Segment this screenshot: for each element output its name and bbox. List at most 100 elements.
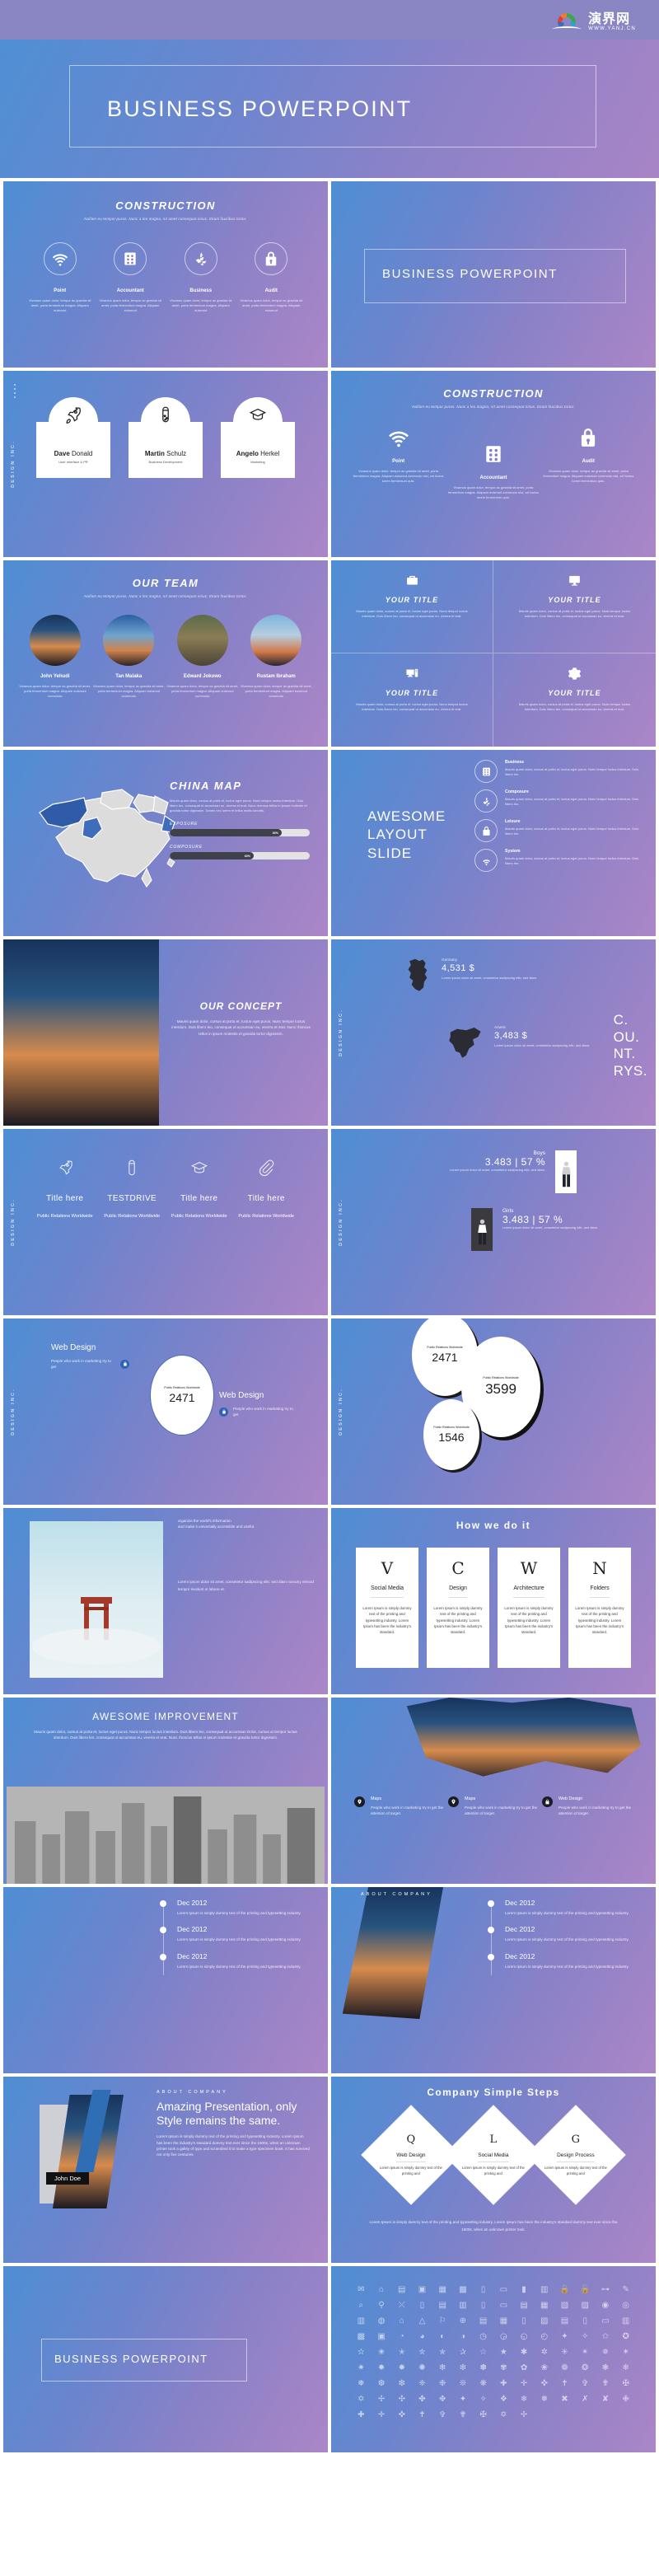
feature-item[interactable]: Accountant Vivamus quam dolor, tempor ac…: [448, 443, 539, 500]
slide-title-here[interactable]: DESIGN INC. Title here Public Relations …: [3, 1129, 328, 1315]
sheet-icon[interactable]: ▯: [414, 2300, 431, 2311]
sheet-icon[interactable]: ✴: [577, 2347, 594, 2358]
feature-item[interactable]: Audit Vivamus quam dolor, tempor ac grav…: [236, 242, 307, 313]
slide-china-map[interactable]: CHINA MAP Mauris quam dolor, cursus at p…: [3, 750, 328, 936]
sheet-icon[interactable]: ▯: [474, 2284, 492, 2295]
sheet-icon[interactable]: ⌕: [353, 2300, 370, 2311]
sheet-icon[interactable]: ▮: [516, 2284, 533, 2295]
web-design-block-a[interactable]: Web Design People who work in marketing …: [51, 1343, 150, 1370]
sheet-icon[interactable]: ✠: [474, 2410, 492, 2420]
icon-grid[interactable]: ✉ ⌂ ▤ ▣ ▦ ▩ ▯ ▭ ▮ ▥ 🔒 🔓 ⊶ ✎ ⌕ ⚲ ⤫ ▯ ▤ ▥ ▯ ▭ ▤ ▦ ▧ ▨ ◉ ◎ ▥ ◍ ⌂ △ ⚐ ⊕ ▤ ▦ ▯ ▨ ▤ ▯…: [331, 2266, 656, 2438]
slide-web-design[interactable]: DESIGN INC. Web Design People who work i…: [3, 1318, 328, 1505]
layout-list-item[interactable]: Leisure Mauris quam dolor, cursus at port…: [474, 819, 639, 842]
sheet-icon[interactable]: ▤: [434, 2300, 451, 2311]
sheet-icon[interactable]: ✾: [495, 2363, 512, 2373]
sheet-icon[interactable]: ✡: [353, 2394, 370, 2405]
slide-awesome-layout[interactable]: AWESOME LAYOUT SLIDE Business Mauris quam…: [331, 750, 656, 936]
team-photo-item[interactable]: Rustam Ibraham Vivamus quam dolor, tempo…: [240, 615, 314, 699]
sheet-icon[interactable]: ✠: [617, 2378, 634, 2389]
sheet-icon[interactable]: ✞: [577, 2378, 594, 2389]
sheet-icon[interactable]: ✛: [373, 2410, 390, 2420]
sheet-icon[interactable]: ✲: [535, 2347, 553, 2358]
sheet-icon[interactable]: ✖: [556, 2394, 573, 2405]
sheet-icon[interactable]: ✟: [455, 2410, 472, 2420]
timeline-item[interactable]: Dec 2012 Lorem Ipsum is simply dummy text…: [488, 1952, 631, 1969]
quad-cell[interactable]: YOUR TITLE Mauris quam dolor, cursus at …: [493, 560, 656, 653]
sheet-icon[interactable]: ✪: [617, 2331, 634, 2342]
team-photo-item[interactable]: Tan Malaka Vivamus quam dolor, tempor ac…: [92, 615, 166, 699]
sheet-icon[interactable]: ✼: [455, 2363, 472, 2373]
sheet-icon[interactable]: ✱: [516, 2347, 533, 2358]
sheet-icon[interactable]: ✉: [353, 2284, 370, 2295]
slide-team-cards[interactable]: DESIGN INC. Dave Donald User Interface &…: [3, 371, 328, 557]
step-diamond[interactable]: G Design Process Lorem Ipsum is simply d…: [526, 2105, 626, 2205]
slide-boys-girls[interactable]: DESIGN INC. Boys 3.483 | 57 % Lorem ipsu…: [331, 1129, 656, 1315]
country-entry[interactable]: Americ 3,483 $ Lorem ipsum dolor sit ame…: [446, 1025, 590, 1063]
layout-list-item[interactable]: Composure Mauris quam dolor, cursus at po…: [474, 789, 639, 813]
sheet-icon[interactable]: ▤: [474, 2316, 492, 2326]
timeline-item[interactable]: Dec 2012 Lorem Ipsum is simply dummy text…: [488, 1925, 631, 1942]
how-card[interactable]: C Design Lorem Ipsum is simply dummy tex…: [427, 1548, 489, 1668]
sheet-icon[interactable]: ❂: [577, 2363, 594, 2373]
timeline-item[interactable]: Dec 2012 Lorem Ipsum is simply dummy text…: [160, 1952, 303, 1969]
sheet-icon[interactable]: ✹: [393, 2363, 410, 2373]
slide-quad-titles[interactable]: YOUR TITLE Mauris quam dolor, cursus at …: [331, 560, 656, 747]
slide-construction-a[interactable]: CONSTRUCTION Nullam eu tempor purus. Nun…: [3, 181, 328, 368]
sheet-icon[interactable]: ✷: [353, 2363, 370, 2373]
sheet-icon[interactable]: ▤: [516, 2300, 533, 2311]
how-card[interactable]: V Social Media Lorem Ipsum is simply dum…: [356, 1548, 418, 1668]
sheet-icon[interactable]: ▣: [373, 2331, 390, 2342]
slide-construction-b[interactable]: CONSTRUCTION Nullam eu tempor purus. Nun…: [331, 371, 656, 557]
sheet-icon[interactable]: ◵: [516, 2331, 533, 2342]
sheet-icon[interactable]: ▯: [516, 2316, 533, 2326]
team-card[interactable]: Angelo Herkel Marketing: [221, 397, 295, 478]
sheet-icon[interactable]: ◑: [455, 2331, 472, 2342]
slide-improvement[interactable]: AWESOME IMPROVEMENT Mauris quam dolor, c…: [3, 1698, 328, 1884]
layout-list-item[interactable]: Business Mauris quam dolor, cursus at por…: [474, 760, 639, 783]
quad-cell[interactable]: YOUR TITLE Mauris quam dolor, cursus at …: [493, 653, 656, 747]
timeline-item[interactable]: Dec 2012 Lorem Ipsum is simply dummy text…: [160, 1925, 303, 1942]
slide-timeline-b[interactable]: ABOUT COMPANY Dec 2012 Lorem Ipsum is sim…: [331, 1887, 656, 2073]
feature-item[interactable]: Audit Vivamus quam dolor, tempor ac grav…: [543, 427, 633, 484]
sheet-icon[interactable]: ◉: [597, 2300, 615, 2311]
sheet-icon[interactable]: ▤: [393, 2284, 410, 2295]
sheet-icon[interactable]: ❈: [414, 2378, 431, 2389]
sheet-icon[interactable]: ▦: [495, 2316, 512, 2326]
sheet-icon[interactable]: ⚐: [434, 2316, 451, 2326]
sheet-icon[interactable]: ✛: [516, 2378, 533, 2389]
sheet-icon[interactable]: ⤫: [393, 2300, 410, 2311]
sheet-icon[interactable]: ⌂: [373, 2284, 390, 2295]
bullet-item[interactable]: Web Design People who work in marketing t…: [542, 1796, 633, 1817]
sheet-icon[interactable]: ▥: [353, 2316, 370, 2326]
sheet-icon[interactable]: ✺: [414, 2363, 431, 2373]
slide-cover-thumb[interactable]: BUSINESS POWERPOINT: [331, 181, 656, 368]
sheet-icon[interactable]: ✟: [597, 2378, 615, 2389]
sheet-icon[interactable]: ❁: [556, 2363, 573, 2373]
sheet-icon[interactable]: ◐: [434, 2331, 451, 2342]
sheet-icon[interactable]: ❖: [495, 2394, 512, 2405]
feature-item[interactable]: Point Vivamus quam dolor, tempor ac grav…: [353, 427, 444, 484]
sheet-icon[interactable]: ✚: [495, 2378, 512, 2389]
sheet-icon[interactable]: ✫: [353, 2347, 370, 2358]
bullet-item[interactable]: Maps People who work in marketing try to …: [448, 1796, 539, 1817]
sheet-icon[interactable]: ❄: [516, 2394, 533, 2405]
sheet-icon[interactable]: ✬: [373, 2347, 390, 2358]
sheet-icon[interactable]: ❇: [393, 2378, 410, 2389]
sheet-icon[interactable]: ▭: [495, 2284, 512, 2295]
sheet-icon[interactable]: ✡: [495, 2410, 512, 2420]
sheet-icon[interactable]: ❉: [434, 2378, 451, 2389]
sheet-icon[interactable]: ▩: [455, 2284, 472, 2295]
title-here-item[interactable]: Title here Public Relations Worldwide: [166, 1159, 233, 1220]
slide-timeline-a[interactable]: Dec 2012 Lorem Ipsum is simply dummy text…: [3, 1887, 328, 2073]
slide-stat-circles[interactable]: DESIGN INC. Public Relations Worldwide 2…: [331, 1318, 656, 1505]
sheet-icon[interactable]: ✜: [535, 2378, 553, 2389]
web-design-block-b[interactable]: Web Design People who work in marketing …: [219, 1391, 318, 1418]
how-card[interactable]: N Folders Lorem Ipsum is simply dummy te…: [568, 1548, 631, 1668]
team-card[interactable]: Martin Schulz Business Development: [129, 397, 203, 478]
slide-countrys[interactable]: DESIGN INC. Germany 4,531 $ Lorem ipsum …: [331, 939, 656, 1126]
sheet-icon[interactable]: ✤: [414, 2394, 431, 2405]
sheet-icon[interactable]: ❅: [353, 2378, 370, 2389]
sheet-icon[interactable]: ✣: [393, 2394, 410, 2405]
sheet-icon[interactable]: ❄: [617, 2363, 634, 2373]
sheet-icon[interactable]: ❆: [373, 2378, 390, 2389]
